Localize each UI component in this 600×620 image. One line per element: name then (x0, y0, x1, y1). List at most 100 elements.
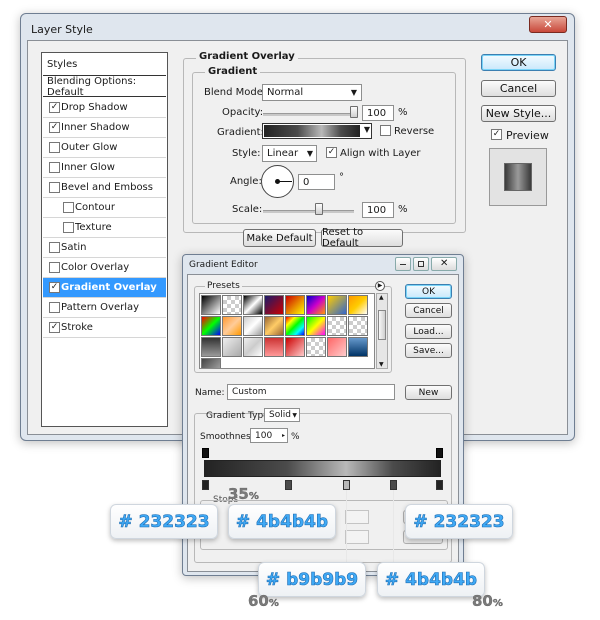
preset-swatch[interactable] (327, 316, 347, 336)
make-default-button[interactable]: Make Default (243, 229, 316, 247)
sidebar-item-satin[interactable]: Satin (43, 238, 166, 258)
gradient-picker[interactable]: ▼ (262, 123, 372, 139)
preset-swatch[interactable] (222, 337, 242, 357)
angle-input[interactable]: 0 (298, 174, 335, 190)
preset-swatch[interactable] (264, 295, 284, 315)
ge-close-button[interactable]: ✕ (431, 257, 457, 271)
preset-swatch[interactable] (222, 316, 242, 336)
sidebar-item-bevel-emboss[interactable]: Bevel and Emboss (43, 178, 166, 198)
sidebar-item-inner-glow[interactable]: Inner Glow (43, 158, 166, 178)
preset-swatch[interactable] (348, 316, 368, 336)
color-stop-35[interactable] (285, 480, 292, 490)
gradient-type-select[interactable]: Solid ▼ (264, 408, 300, 422)
preset-swatch[interactable] (201, 337, 221, 357)
preset-swatch[interactable] (285, 316, 305, 336)
satin-checkbox[interactable] (49, 242, 60, 253)
opacity-slider-thumb[interactable] (350, 106, 358, 118)
scroll-thumb[interactable] (378, 310, 386, 340)
preset-swatch[interactable] (285, 295, 305, 315)
reverse-checkbox[interactable] (380, 125, 391, 136)
reset-to-default-button[interactable]: Reset to Default (321, 227, 403, 249)
cancel-button[interactable]: Cancel (481, 80, 556, 97)
blend-mode-select[interactable]: Normal ▼ (262, 84, 362, 101)
blend-mode-value: Normal (267, 87, 304, 98)
sidebar-item-contour[interactable]: Contour (43, 198, 166, 218)
drop-shadow-checkbox[interactable]: ✓ (49, 102, 60, 113)
opacity-unit: % (398, 107, 408, 118)
scale-slider-track[interactable] (263, 210, 354, 213)
style-value: Linear (267, 148, 299, 159)
inner-shadow-checkbox[interactable]: ✓ (49, 122, 60, 133)
preset-swatch[interactable] (222, 295, 242, 315)
color-stop-80[interactable] (390, 480, 397, 490)
color-stop-0[interactable] (202, 480, 209, 490)
preset-swatch[interactable] (243, 295, 263, 315)
preset-swatch[interactable] (243, 316, 263, 336)
minimize-button[interactable] (395, 257, 411, 271)
align-with-layer-checkbox[interactable]: ✓ (326, 147, 337, 158)
scale-slider-thumb[interactable] (315, 203, 323, 215)
outer-glow-checkbox[interactable] (49, 142, 60, 153)
ge-new-button[interactable]: New (405, 385, 452, 400)
bevel-emboss-checkbox[interactable] (49, 182, 60, 193)
preset-swatch[interactable] (348, 295, 368, 315)
preset-swatch[interactable] (264, 316, 284, 336)
preset-swatch[interactable] (201, 316, 221, 336)
preset-swatch[interactable] (327, 295, 347, 315)
preset-swatch[interactable] (306, 316, 326, 336)
presets-label: Presets (205, 281, 242, 291)
texture-checkbox[interactable] (63, 222, 74, 233)
sidebar-item-blending-options[interactable]: Blending Options: Default (43, 76, 166, 98)
sidebar-item-inner-shadow[interactable]: ✓ Inner Shadow (43, 118, 166, 138)
presets-grid[interactable] (199, 293, 375, 369)
stroke-checkbox[interactable]: ✓ (49, 322, 60, 333)
pattern-overlay-checkbox[interactable] (49, 302, 60, 313)
color-stop-60[interactable] (343, 480, 350, 490)
contour-checkbox[interactable] (63, 202, 74, 213)
preset-swatch[interactable] (243, 337, 263, 357)
preset-swatch[interactable] (348, 337, 368, 357)
stop-location-input[interactable] (345, 530, 369, 544)
sidebar-item-outer-glow[interactable]: Outer Glow (43, 138, 166, 158)
preset-swatch[interactable] (201, 358, 221, 368)
opacity-slider-track[interactable] (263, 113, 354, 116)
sidebar-item-stroke[interactable]: ✓ Stroke (43, 318, 166, 338)
color-overlay-checkbox[interactable] (49, 262, 60, 273)
stroke-label: Stroke (61, 322, 93, 333)
gradient-overlay-checkbox[interactable]: ✓ (49, 282, 60, 293)
new-style-button[interactable]: New Style... (481, 105, 556, 122)
smoothness-input[interactable]: 100 ▸ (250, 428, 288, 443)
gradient-bar[interactable] (204, 460, 441, 477)
presets-menu-button[interactable]: ▶ (375, 281, 385, 291)
sidebar-item-color-overlay[interactable]: Color Overlay (43, 258, 166, 278)
preset-swatch[interactable] (264, 337, 284, 357)
stop-opacity-input[interactable] (345, 510, 369, 524)
sidebar-item-texture[interactable]: Texture (43, 218, 166, 238)
preset-swatch[interactable] (327, 337, 347, 357)
preset-swatch[interactable] (306, 295, 326, 315)
presets-scrollbar[interactable]: ▲ ▼ (376, 293, 388, 369)
opacity-input[interactable]: 100 (362, 105, 394, 121)
ge-cancel-button[interactable]: Cancel (405, 303, 452, 318)
preset-swatch[interactable] (306, 337, 326, 357)
ge-save-button[interactable]: Save... (405, 343, 452, 358)
close-button[interactable]: ✕ (529, 16, 567, 33)
scale-input[interactable]: 100 (362, 202, 394, 218)
preset-swatch[interactable] (285, 337, 305, 357)
ge-load-button[interactable]: Load... (405, 324, 452, 339)
ok-button[interactable]: OK (481, 54, 556, 71)
opacity-stop-left[interactable] (202, 448, 209, 458)
preview-checkbox[interactable]: ✓ (491, 129, 502, 140)
inner-glow-checkbox[interactable] (49, 162, 60, 173)
opacity-stop-right[interactable] (436, 448, 443, 458)
sidebar-item-gradient-overlay[interactable]: ✓ Gradient Overlay (43, 278, 166, 298)
style-select[interactable]: Linear ▼ (262, 145, 317, 162)
preset-swatch[interactable] (201, 295, 221, 315)
color-stop-100[interactable] (436, 480, 443, 490)
angle-dial[interactable] (261, 165, 294, 198)
ge-ok-button[interactable]: OK (405, 284, 452, 299)
gradient-name-input[interactable]: Custom (227, 384, 395, 400)
maximize-button[interactable] (413, 257, 429, 271)
sidebar-item-pattern-overlay[interactable]: Pattern Overlay (43, 298, 166, 318)
sidebar-item-drop-shadow[interactable]: ✓ Drop Shadow (43, 98, 166, 118)
